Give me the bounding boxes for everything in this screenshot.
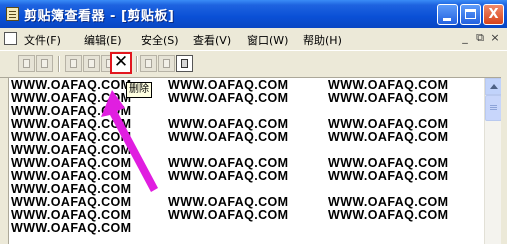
text-cell: WWW.OAFAQ.COM xyxy=(328,117,449,131)
toolbar: ✕ xyxy=(0,51,507,78)
mdi-minimize-button[interactable]: _ xyxy=(458,31,472,44)
mdi-close-button[interactable]: × xyxy=(488,31,502,44)
text-cell: WWW.OAFAQ.COM xyxy=(11,169,132,183)
text-cell: WWW.OAFAQ.COM xyxy=(328,169,449,183)
clipboard-viewer-window: 剪贴簿查看器 - [剪贴板] X 文件(F) 编辑(E) 安全(S) 查看(V)… xyxy=(0,0,507,244)
text-cell: WWW.OAFAQ.COM xyxy=(11,195,132,209)
menu-window[interactable]: 窗口(W) xyxy=(247,32,288,48)
window-title: 剪贴簿查看器 - [剪贴板] xyxy=(24,9,175,24)
text-cell: WWW.OAFAQ.COM xyxy=(168,169,289,183)
full-page-icon[interactable] xyxy=(176,55,193,72)
minimize-button[interactable] xyxy=(437,4,458,25)
clipboard-content[interactable]: WWW.OAFAQ.COM WWW.OAFAQ.COM WWW.OAFAQ.COM W… xyxy=(8,78,485,244)
mdi-restore-button[interactable]: ⧉ xyxy=(473,31,487,45)
menu-help[interactable]: 帮助(H) xyxy=(303,32,342,48)
window-border xyxy=(501,51,507,244)
table-of-contents-icon[interactable] xyxy=(140,55,157,72)
toolbar-separator xyxy=(58,56,60,72)
text-cell: WWW.OAFAQ.COM xyxy=(168,195,289,209)
close-button[interactable]: X xyxy=(483,4,504,25)
text-cell: WWW.OAFAQ.COM xyxy=(328,91,449,105)
text-cell: WWW.OAFAQ.COM xyxy=(168,208,289,222)
text-cell: WWW.OAFAQ.COM xyxy=(11,208,132,222)
delete-button[interactable]: ✕ xyxy=(110,52,132,74)
text-cell: WWW.OAFAQ.COM xyxy=(11,143,132,157)
disconnect-icon[interactable] xyxy=(36,55,53,72)
text-cell: WWW.OAFAQ.COM xyxy=(168,78,289,92)
toolbar-separator xyxy=(136,56,138,72)
scroll-up-arrow-icon[interactable] xyxy=(485,78,502,95)
text-cell: WWW.OAFAQ.COM xyxy=(11,117,132,131)
menu-file[interactable]: 文件(F) xyxy=(24,32,61,48)
text-cell: WWW.OAFAQ.COM xyxy=(11,156,132,170)
menu-security[interactable]: 安全(S) xyxy=(141,32,179,48)
text-cell: WWW.OAFAQ.COM xyxy=(328,195,449,209)
scroll-thumb[interactable] xyxy=(485,95,502,121)
document-icon[interactable] xyxy=(4,32,17,45)
text-cell: WWW.OAFAQ.COM xyxy=(11,78,132,92)
text-cell: WWW.OAFAQ.COM xyxy=(11,182,132,196)
thumbnails-icon[interactable] xyxy=(158,55,175,72)
text-cell: WWW.OAFAQ.COM xyxy=(328,156,449,170)
delete-x-icon: ✕ xyxy=(113,52,129,72)
vertical-scrollbar[interactable] xyxy=(484,78,502,244)
connect-icon[interactable] xyxy=(18,55,35,72)
text-cell: WWW.OAFAQ.COM xyxy=(328,78,449,92)
menu-bar: 文件(F) 编辑(E) 安全(S) 查看(V) 窗口(W) 帮助(H) _ ⧉ … xyxy=(0,28,507,51)
delete-tooltip: 删除 xyxy=(126,82,152,98)
clipbook-app-icon[interactable] xyxy=(6,7,19,21)
text-cell: WWW.OAFAQ.COM xyxy=(168,91,289,105)
text-cell: WWW.OAFAQ.COM xyxy=(168,130,289,144)
text-cell: WWW.OAFAQ.COM xyxy=(11,221,132,235)
menu-edit[interactable]: 编辑(E) xyxy=(84,32,122,48)
text-cell: WWW.OAFAQ.COM xyxy=(168,117,289,131)
maximize-button[interactable] xyxy=(460,4,481,25)
text-cell: WWW.OAFAQ.COM xyxy=(11,104,132,118)
menu-view[interactable]: 查看(V) xyxy=(193,32,231,48)
copy-icon[interactable] xyxy=(83,55,100,72)
title-bar[interactable]: 剪贴簿查看器 - [剪贴板] X xyxy=(0,0,507,29)
text-cell: WWW.OAFAQ.COM xyxy=(11,130,132,144)
text-cell: WWW.OAFAQ.COM xyxy=(11,91,132,105)
text-cell: WWW.OAFAQ.COM xyxy=(328,208,449,222)
share-icon[interactable] xyxy=(65,55,82,72)
text-cell: WWW.OAFAQ.COM xyxy=(328,130,449,144)
text-cell: WWW.OAFAQ.COM xyxy=(168,156,289,170)
